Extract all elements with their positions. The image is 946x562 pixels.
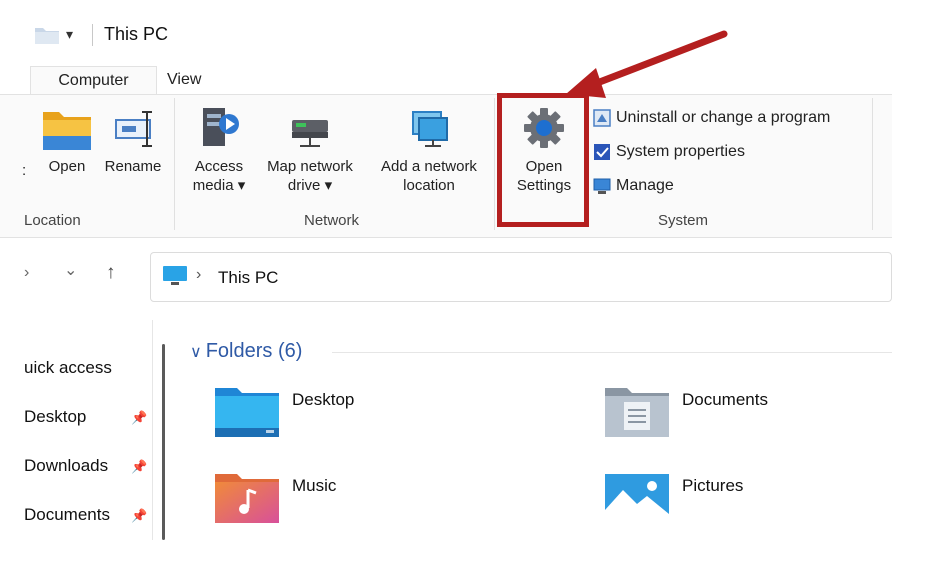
- network-location-icon: [412, 111, 448, 147]
- annotation-arrow-icon: [566, 30, 728, 98]
- documents-folder-icon: [605, 388, 669, 437]
- access-media-button[interactable]: Access media ▾: [186, 104, 252, 195]
- add-network-location-button[interactable]: Add a network location: [368, 104, 490, 195]
- map-network-drive-label-line1: Map network: [267, 158, 353, 175]
- folder-icon: [35, 28, 59, 44]
- access-media-label-line2: media ▾: [192, 177, 246, 194]
- rename-button[interactable]: Rename: [100, 106, 166, 176]
- cut-off-button-fragment: :: [22, 162, 27, 179]
- pin-icon: 📌: [131, 410, 148, 425]
- sidebar-divider: [152, 320, 153, 540]
- forward-button[interactable]: ›: [24, 264, 29, 282]
- folder-item-desktop[interactable]: Desktop: [214, 384, 514, 444]
- sidebar-item-documents[interactable]: Documents: [24, 505, 110, 525]
- system-properties-button[interactable]: System properties: [592, 140, 745, 164]
- folder-label-desktop: Desktop: [292, 390, 355, 409]
- desktop-folder-icon: [215, 388, 279, 437]
- computer-management-icon: [593, 178, 611, 194]
- folder-item-documents[interactable]: Documents: [604, 384, 892, 444]
- music-folder-icon: [215, 474, 279, 523]
- folder-item-music[interactable]: Music: [214, 470, 514, 530]
- add-network-location-label-line1: Add a network: [381, 158, 477, 175]
- media-server-icon: [203, 108, 239, 146]
- open-button[interactable]: Open: [40, 106, 94, 176]
- folder-label-pictures: Pictures: [682, 476, 744, 495]
- map-network-drive-label-line2: drive ▾: [287, 177, 333, 194]
- rename-icon: [115, 111, 152, 147]
- tab-computer[interactable]: Computer: [30, 66, 157, 95]
- tab-view[interactable]: View: [155, 66, 213, 94]
- titlebar-separator: [92, 24, 93, 46]
- window-title: This PC: [104, 24, 169, 44]
- breadcrumb-chevron-icon: ›: [196, 266, 202, 283]
- recent-locations-button[interactable]: ⌄: [64, 260, 77, 280]
- location-group-label: Location: [24, 212, 81, 229]
- sidebar-item-quick-access[interactable]: uick access: [24, 358, 112, 378]
- group-separator: [872, 98, 873, 230]
- folder-label-documents: Documents: [682, 390, 768, 409]
- group-separator: [494, 98, 495, 230]
- folder-label-music: Music: [292, 476, 337, 495]
- pin-icon: 📌: [131, 508, 148, 523]
- pictures-folder-icon: [605, 474, 669, 523]
- chevron-down-icon: ∨: [190, 344, 202, 361]
- folder-item-pictures[interactable]: Pictures: [604, 470, 892, 530]
- manage-label: Manage: [616, 177, 674, 194]
- system-group-label: System: [658, 212, 709, 229]
- sidebar-scrollbar[interactable]: [162, 344, 165, 540]
- breadcrumb-this-pc[interactable]: This PC: [218, 268, 278, 288]
- manage-button[interactable]: Manage: [592, 174, 674, 198]
- section-divider: [332, 352, 892, 353]
- network-group-label: Network: [304, 212, 360, 229]
- sidebar-item-downloads[interactable]: Downloads: [24, 456, 108, 476]
- folders-section-title: Folders (6): [205, 340, 303, 362]
- up-button[interactable]: ↑: [106, 262, 116, 284]
- folders-section-header[interactable]: ∨ Folders (6): [190, 340, 302, 363]
- network-drive-icon: [292, 120, 328, 147]
- map-network-drive-button[interactable]: Map network drive ▾: [254, 104, 366, 195]
- highlight-box: [497, 93, 589, 227]
- sidebar-item-desktop[interactable]: Desktop: [24, 407, 86, 427]
- folder-open-icon: [43, 112, 91, 150]
- access-media-label-line1: Access: [194, 158, 244, 175]
- system-properties-label: System properties: [616, 143, 745, 160]
- this-pc-icon: [163, 266, 187, 285]
- checkbox-properties-icon: [594, 144, 610, 160]
- rename-button-label: Rename: [104, 158, 162, 175]
- group-separator: [174, 98, 175, 230]
- quick-access-dropdown[interactable]: ▾: [66, 26, 73, 43]
- open-button-label: Open: [48, 158, 86, 175]
- pin-icon: 📌: [131, 459, 148, 474]
- add-network-location-label-line2: location: [403, 177, 455, 194]
